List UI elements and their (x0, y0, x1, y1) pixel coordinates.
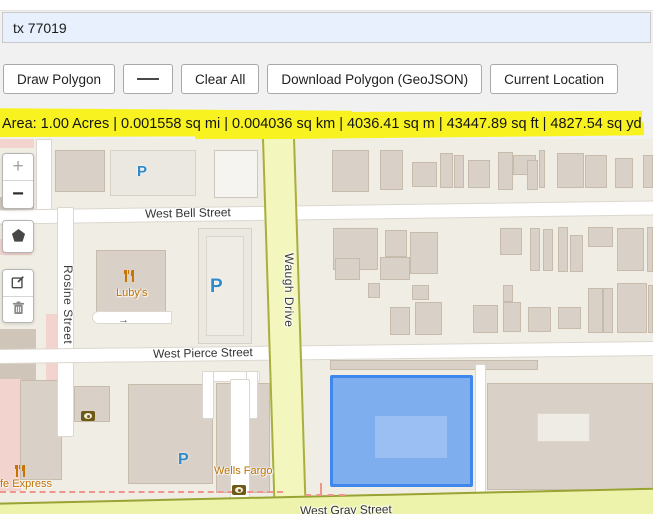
building (335, 258, 360, 280)
building (617, 283, 647, 333)
building (643, 155, 653, 188)
building (558, 227, 568, 272)
polygon-inner-building (375, 416, 447, 458)
area-result-bar: Area: 1.00 Acres | 0.001558 sq mi | 0.00… (0, 110, 653, 139)
boundary-dashed (305, 494, 345, 496)
zoom-control: + − (2, 153, 34, 209)
building (440, 153, 453, 188)
toolbar: Draw Polygon Clear All Download Polygon … (3, 64, 653, 94)
building (615, 158, 633, 188)
building (648, 285, 653, 333)
building (412, 285, 429, 300)
building (128, 384, 213, 484)
building (20, 380, 62, 480)
road-driveway (475, 364, 486, 512)
restaurant-icon (124, 270, 135, 282)
line-icon (137, 78, 160, 80)
building (380, 150, 403, 190)
building (543, 229, 553, 271)
street-label-rosine: Rosine Street (61, 265, 75, 345)
parking-garage (214, 150, 258, 198)
building (368, 283, 380, 298)
drawn-polygon[interactable] (330, 375, 473, 487)
street-label-waugh: Waugh Drive (282, 253, 296, 328)
parking-icon: P (178, 451, 189, 468)
delete-layers-button[interactable] (3, 296, 33, 322)
current-location-button[interactable]: Current Location (490, 64, 618, 94)
building (332, 150, 369, 192)
poi-label-cafe-express: fe Express (0, 478, 52, 490)
draw-control (2, 220, 34, 253)
building (410, 232, 438, 274)
edit-icon (11, 275, 25, 292)
building (570, 235, 583, 272)
building (412, 162, 437, 187)
building (503, 285, 513, 302)
bank-icon (232, 485, 246, 495)
street-label-west-gray: West Gray Street (299, 502, 392, 514)
road-west-bell (0, 200, 653, 225)
street-label-west-bell: West Bell Street (144, 205, 231, 221)
zoom-out-button[interactable]: − (3, 181, 33, 208)
bank-icon (81, 411, 95, 421)
building (617, 228, 644, 271)
building (539, 150, 545, 188)
draw-line-button[interactable] (123, 64, 174, 94)
building (385, 230, 407, 257)
street-label-west-pierce: West Pierce Street (152, 345, 253, 361)
parking-lot (110, 150, 196, 196)
restaurant-icon (15, 465, 26, 477)
building (588, 227, 613, 247)
building (588, 288, 603, 333)
building (468, 160, 490, 188)
edit-layers-button[interactable] (3, 270, 33, 296)
building (55, 150, 105, 192)
building (380, 257, 410, 280)
building (390, 307, 410, 335)
pentagon-icon (11, 228, 26, 246)
building (557, 153, 584, 188)
poi-label-wellsfargo: Wells Fargo (214, 465, 273, 477)
building (503, 302, 521, 332)
road (36, 139, 52, 213)
pink-area (0, 139, 34, 148)
building (528, 307, 551, 332)
download-geojson-button[interactable]: Download Polygon (GeoJSON) (267, 64, 483, 94)
boundary-dashed (320, 483, 322, 495)
parking-icon: P (137, 163, 148, 180)
building (473, 305, 498, 333)
draw-polygon-tool-button[interactable] (3, 221, 33, 252)
poi-label-lubys: Luby's (116, 287, 148, 299)
road-driveway (92, 311, 172, 324)
draw-polygon-button[interactable]: Draw Polygon (3, 64, 116, 94)
building (585, 155, 607, 188)
building (530, 228, 540, 271)
building (558, 307, 581, 329)
trash-icon (12, 301, 25, 318)
zoom-in-button[interactable]: + (3, 154, 33, 181)
building (647, 227, 653, 272)
building-inner (537, 413, 590, 442)
building (500, 228, 522, 255)
building (330, 360, 538, 370)
clear-all-button[interactable]: Clear All (181, 64, 260, 94)
map[interactable]: West Bell Street West Pierce Street West G… (0, 139, 653, 514)
area-result-text: Area: 1.00 Acres | 0.001558 sq mi | 0.00… (2, 116, 642, 132)
top-strip (0, 0, 653, 11)
building (498, 152, 513, 190)
building (415, 302, 442, 335)
building (454, 155, 464, 188)
building (527, 160, 538, 190)
edit-control (2, 269, 34, 323)
parking-icon: P (210, 276, 223, 297)
oneway-arrow-icon: → (118, 314, 129, 326)
road-west-pierce (0, 340, 653, 365)
search-input[interactable] (2, 12, 651, 43)
road-driveway (202, 371, 214, 419)
building (603, 288, 613, 333)
